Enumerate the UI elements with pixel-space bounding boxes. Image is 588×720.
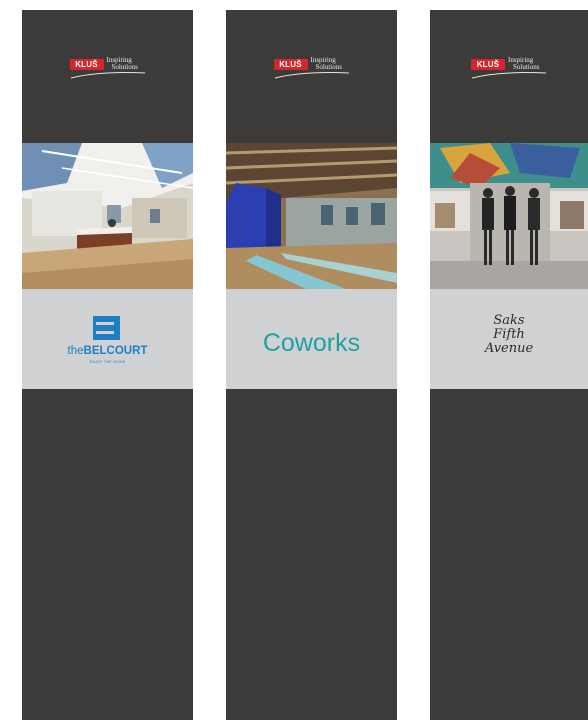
brand-panel-coworks: Coworks [226, 289, 397, 389]
office-reception-photo [22, 143, 193, 289]
belcourt-tagline: ENJOY THE SHOW [89, 360, 126, 364]
banner-belcourt: KLUŠ Inspiring Solutions theBELCOURT ENJ… [22, 10, 193, 720]
belcourt-wordmark: theBELCOURT [22, 345, 193, 357]
logo-tagline: Inspiring Solutions [107, 57, 138, 71]
logo-tagline-line2: Solutions [111, 63, 138, 71]
logo-tagline: Inspiring Solutions [311, 57, 342, 71]
logo-swoosh-icon [274, 72, 349, 79]
brand-panel-saks: Saks Fifth Avenue [430, 289, 588, 389]
brand-panel-belcourt: theBELCOURT ENJOY THE SHOW [22, 289, 193, 389]
store-mannequins-photo [430, 143, 588, 289]
logo-tagline-line2: Solutions [513, 63, 540, 71]
coworking-space-photo [226, 143, 397, 289]
banner-saks: KLUŠ Inspiring Solutions Saks Fifth Aven… [430, 10, 588, 720]
logo-swoosh-icon [70, 72, 145, 79]
logo-tagline-line2: Solutions [315, 63, 342, 71]
saks-line2: Fifth [493, 327, 525, 342]
banner-coworks: KLUŠ Inspiring Solutions Coworks [226, 10, 397, 720]
klus-logo: KLUŠ Inspiring Solutions [69, 57, 146, 79]
logo-badge: KLUŠ [69, 59, 104, 70]
coworks-wordmark: Coworks [262, 329, 361, 357]
logo-badge: KLUŠ [273, 59, 308, 70]
saks-line1: Saks [493, 313, 525, 328]
belcourt-b-icon [93, 316, 120, 340]
belcourt-prefix: the [67, 345, 84, 357]
saks-wordmark: Saks Fifth Avenue [470, 314, 548, 356]
klus-logo: KLUŠ Inspiring Solutions [471, 57, 547, 79]
logo-badge: KLUŠ [471, 59, 505, 70]
belcourt-main: BELCOURT [83, 345, 148, 357]
saks-line3: Avenue [484, 341, 534, 356]
logo-swoosh-icon [471, 72, 547, 79]
klus-logo: KLUŠ Inspiring Solutions [273, 57, 350, 79]
logo-tagline: Inspiring Solutions [508, 57, 539, 71]
